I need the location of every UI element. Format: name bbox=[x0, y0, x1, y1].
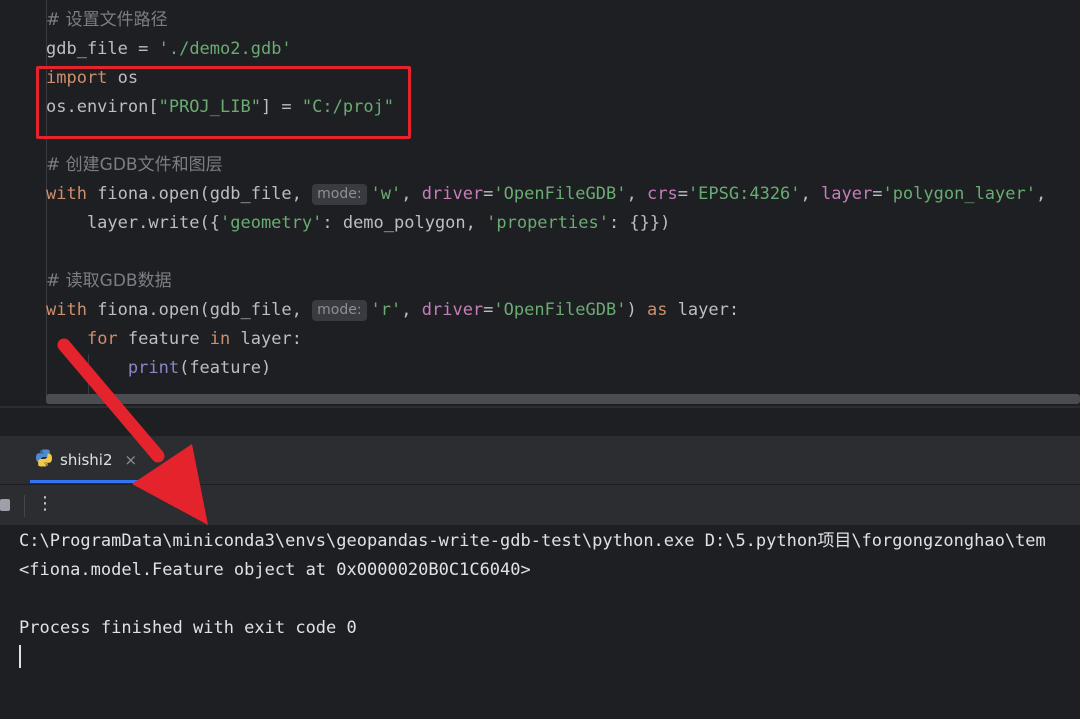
inlay-hint-mode: mode: bbox=[312, 300, 367, 321]
string-literal: 'OpenFileGDB' bbox=[493, 184, 627, 204]
param-driver: driver bbox=[421, 184, 484, 204]
comma: , bbox=[401, 300, 422, 320]
text-caret bbox=[19, 645, 21, 668]
param-layer: layer bbox=[821, 184, 873, 204]
builtin-print: print bbox=[127, 358, 180, 378]
code-line-print[interactable]: print(feature) bbox=[46, 354, 271, 383]
code-line-comment-read[interactable]: # 读取GDB数据 bbox=[46, 267, 172, 296]
code-line-with-write[interactable]: with fiona.open(gdb_file, mode:'w', driv… bbox=[46, 180, 1046, 209]
param-crs: crs bbox=[646, 184, 678, 204]
string-literal: 'OpenFileGDB' bbox=[493, 300, 627, 320]
toolbar-separator bbox=[24, 495, 25, 517]
call: layer.write({ bbox=[46, 213, 220, 233]
active-tab-indicator bbox=[30, 480, 154, 483]
call: fiona.open(gdb_file, bbox=[86, 184, 313, 204]
code-text: layer: bbox=[230, 329, 302, 349]
string-literal: 'polygon_layer' bbox=[882, 184, 1036, 204]
console-line-command: C:\ProgramData\miniconda3\envs\geopandas… bbox=[19, 531, 1046, 551]
code-line-with-read[interactable]: with fiona.open(gdb_file, mode:'r', driv… bbox=[46, 296, 739, 325]
comma: , bbox=[800, 184, 822, 204]
stop-icon[interactable] bbox=[0, 499, 10, 511]
string-literal: 'EPSG:4326' bbox=[687, 184, 801, 204]
operator: = bbox=[872, 184, 883, 204]
code-text: (feature) bbox=[179, 358, 272, 378]
python-icon bbox=[34, 448, 54, 472]
call: fiona.open(gdb_file, bbox=[86, 300, 313, 320]
code-text: feature bbox=[117, 329, 210, 349]
code-text: : {}}) bbox=[608, 213, 671, 233]
keyword-in: in bbox=[209, 329, 231, 349]
console-line-output: <fiona.model.Feature object at 0x0000020… bbox=[19, 560, 531, 580]
more-options-icon[interactable]: ⋮ bbox=[36, 493, 54, 514]
code-text: : demo_polygon, bbox=[322, 213, 487, 233]
run-tab-shishi2[interactable]: shishi2 × bbox=[34, 436, 137, 484]
operator: = bbox=[127, 39, 159, 59]
run-tool-window-header: shishi2 × bbox=[0, 436, 1080, 484]
keyword-for: for bbox=[86, 329, 118, 349]
string-literal: 'geometry' bbox=[220, 213, 323, 233]
code-editor[interactable]: # 设置文件路径 gdb_file = './demo2.gdb' import… bbox=[0, 0, 1080, 408]
comma: , bbox=[626, 184, 647, 204]
param-driver: driver bbox=[421, 300, 484, 320]
run-toolbar: ⋮ bbox=[0, 484, 1080, 525]
horizontal-scrollbar[interactable] bbox=[46, 394, 1080, 404]
string-literal: 'properties' bbox=[486, 213, 609, 233]
code-line-gdb-file[interactable]: gdb_file = './demo2.gdb' bbox=[46, 35, 292, 64]
identifier: gdb_file bbox=[46, 39, 128, 59]
close-icon[interactable]: × bbox=[125, 451, 138, 469]
keyword-as: as bbox=[646, 300, 668, 320]
code-text: ) bbox=[626, 300, 647, 320]
keyword-with: with bbox=[46, 300, 87, 320]
tab-label: shishi2 bbox=[60, 451, 113, 469]
operator: = bbox=[483, 300, 494, 320]
inlay-hint-mode: mode: bbox=[312, 184, 367, 205]
code-line-for[interactable]: for feature in layer: bbox=[46, 325, 302, 354]
code-line-comment-create[interactable]: # 创建GDB文件和图层 bbox=[46, 151, 223, 180]
code-line-comment-path[interactable]: # 设置文件路径 bbox=[46, 6, 168, 35]
highlight-annotation-box bbox=[36, 66, 411, 139]
operator: = bbox=[483, 184, 494, 204]
string-literal: './demo2.gdb' bbox=[158, 39, 292, 59]
code-line-layer-write[interactable]: layer.write({'geometry': demo_polygon, '… bbox=[46, 209, 670, 238]
comma: , bbox=[401, 184, 422, 204]
code-text: layer: bbox=[667, 300, 740, 320]
console-line-exit: Process finished with exit code 0 bbox=[19, 618, 357, 638]
keyword-with: with bbox=[46, 184, 87, 204]
comma: , bbox=[1035, 184, 1047, 204]
string-literal: 'r' bbox=[370, 300, 402, 320]
operator: = bbox=[677, 184, 688, 204]
panel-gap bbox=[0, 408, 1080, 436]
string-literal: 'w' bbox=[370, 184, 402, 204]
